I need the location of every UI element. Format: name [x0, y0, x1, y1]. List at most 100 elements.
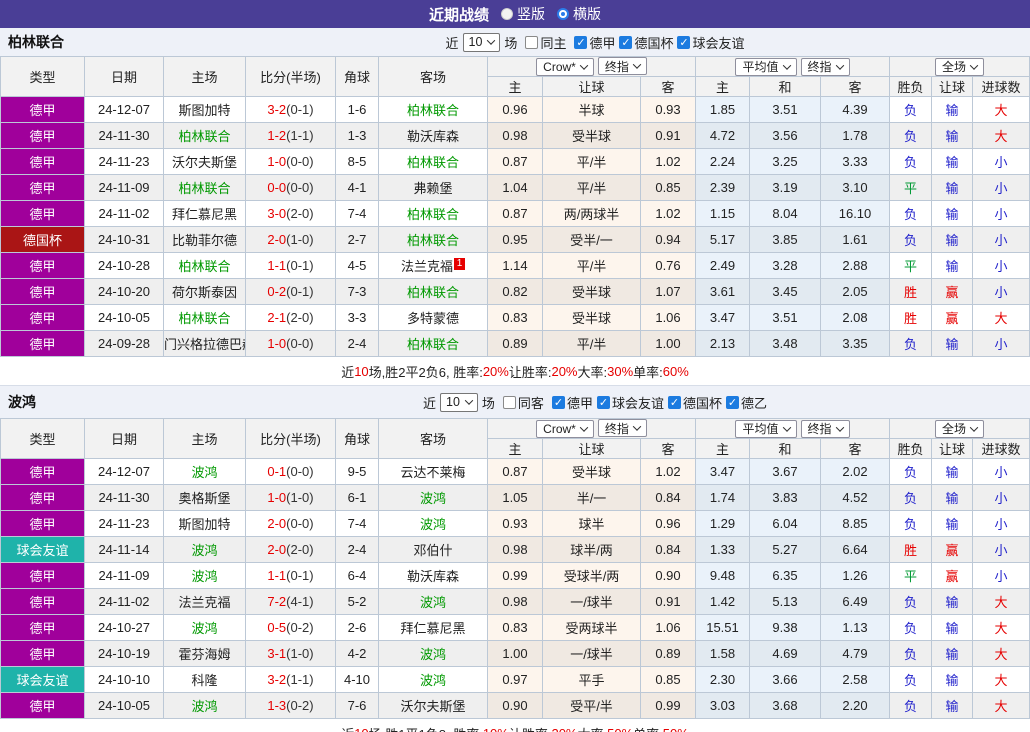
winlose-result: 负	[889, 666, 933, 693]
match-date: 24-11-30	[84, 484, 164, 511]
team2-name: 波鸿	[8, 394, 36, 410]
summary-text: 让胜率:	[508, 364, 552, 380]
avg-away: 1.78	[819, 122, 891, 149]
league-filter-checkbox[interactable]: ✓ 德乙	[725, 393, 767, 412]
away-team: 沃尔夫斯堡	[378, 692, 488, 719]
odds-away: 0.85	[640, 174, 696, 201]
match-date: 24-11-23	[84, 510, 164, 537]
league-filter-checkbox[interactable]: ✓ 球会友谊	[596, 393, 664, 412]
corner-count: 7-3	[335, 278, 379, 305]
fulltime-score: 3-1	[267, 646, 287, 661]
summary-text: 大率:	[578, 724, 608, 732]
score-cell: 1-0(1-0)	[245, 484, 336, 511]
col-date: 日期	[84, 56, 164, 97]
checkbox-checked-icon: ✓	[725, 395, 739, 409]
goals-result: 小	[972, 330, 1030, 357]
league-type-badge: 德甲	[0, 484, 85, 511]
league-type-badge: 德甲	[0, 278, 85, 305]
chevron-down-icon	[579, 61, 589, 70]
summary-text: 50%	[663, 726, 689, 732]
league-filter-checkbox[interactable]: ✓ 德国杯	[619, 33, 673, 52]
odds-home: 1.05	[487, 484, 543, 511]
league-type-badge: 德甲	[0, 330, 85, 357]
handicap-result: 输	[931, 666, 974, 693]
avg-time-select[interactable]: 终指	[800, 419, 850, 438]
avg-home: 3.47	[695, 304, 750, 331]
score-cell: 1-2(1-1)	[245, 122, 336, 149]
team1-results-table: 类型 日期 主场 比分(半场) 角球 客场 Crow* 终指 平均值 终指 全场 主…	[0, 56, 1030, 357]
layout-horizontal-radio[interactable]: 横版	[557, 4, 601, 24]
league-label: 德国杯	[682, 395, 722, 411]
handicap: 一/球半	[542, 588, 641, 615]
odds-away: 1.06	[640, 304, 696, 331]
goals-result: 大	[972, 122, 1030, 149]
goals-result: 小	[972, 458, 1030, 485]
same-venue-filter[interactable]: 同主	[525, 33, 566, 52]
avg-draw: 8.04	[749, 200, 821, 227]
recent-count-select[interactable]: 10	[462, 32, 501, 52]
halftime-score: (0-2)	[286, 620, 314, 635]
avg-time-select[interactable]: 终指	[800, 57, 850, 76]
handicap-result: 输	[931, 200, 974, 227]
league-filter-checkbox[interactable]: ✓ 球会友谊	[677, 33, 745, 52]
halftime-score: (2-0)	[286, 310, 314, 325]
fulltime-score: 1-0	[267, 336, 287, 351]
col-handicap: 让球	[542, 76, 641, 97]
league-filter-checkbox[interactable]: ✓ 德甲	[551, 393, 593, 412]
scope-select[interactable]: 全场	[935, 419, 985, 438]
table-row: 德甲 24-12-07 波鸿 0-1(0-0) 9-5 云达不莱梅 0.87 受…	[0, 458, 1030, 485]
scope-select[interactable]: 全场	[935, 57, 985, 76]
near-label: 近	[422, 395, 436, 411]
goals-result: 小	[972, 252, 1030, 279]
odds-time-select[interactable]: 终指	[597, 57, 647, 76]
col-winlose: 胜负	[889, 438, 933, 459]
odds-group-header: Crow* 终指	[487, 56, 696, 77]
halftime-score: (1-0)	[286, 232, 314, 247]
odds-source-select[interactable]: Crow*	[536, 57, 594, 76]
halftime-score: (1-1)	[286, 128, 314, 143]
league-filter-checkbox[interactable]: ✓ 德甲	[574, 33, 615, 52]
chevron-down-icon	[579, 423, 589, 432]
winlose-result: 平	[889, 252, 933, 279]
team2-summary: 近10场,胜1平1负8, 胜率:10% 让胜率:20% 大率:50% 单率:50…	[0, 719, 1030, 732]
match-date: 24-11-02	[84, 200, 164, 227]
avg-select[interactable]: 平均值	[735, 57, 797, 76]
away-team: 弗赖堡	[378, 174, 488, 201]
team2-results-table: 类型 日期 主场 比分(半场) 角球 客场 Crow* 终指 平均值 终指 全场 主…	[0, 418, 1030, 719]
league-type-badge: 德甲	[0, 510, 85, 537]
odds-source-select[interactable]: Crow*	[536, 419, 594, 438]
corner-count: 6-1	[335, 484, 379, 511]
winlose-result: 负	[889, 148, 933, 175]
avg-away: 2.08	[819, 304, 891, 331]
col-avg-away: 客	[819, 438, 891, 459]
avg-draw: 3.25	[749, 148, 821, 175]
recent-count-select[interactable]: 10	[440, 392, 478, 412]
checkbox-icon	[525, 35, 539, 49]
same-venue-label: 同主	[540, 35, 567, 51]
avg-select[interactable]: 平均值	[735, 419, 797, 438]
league-filter-checkbox[interactable]: ✓ 德国杯	[667, 393, 722, 412]
halftime-score: (0-1)	[286, 258, 314, 273]
avg-away: 2.02	[819, 458, 891, 485]
col-handicap-result: 让球	[931, 438, 974, 459]
corner-count: 7-6	[335, 692, 379, 719]
avg-away: 2.88	[819, 252, 891, 279]
league-type-badge: 德甲	[0, 174, 85, 201]
odds-time-select[interactable]: 终指	[597, 419, 647, 438]
chevron-down-icon	[835, 422, 844, 432]
away-team: 柏林联合	[378, 226, 488, 253]
league-type-badge: 德甲	[0, 640, 85, 667]
summary-text: 20%	[482, 363, 509, 379]
league-type-badge: 球会友谊	[0, 536, 85, 563]
odds-away: 0.94	[640, 226, 696, 253]
handicap-result: 输	[931, 226, 974, 253]
same-venue-filter[interactable]: 同客	[502, 393, 544, 412]
home-team: 荷尔斯泰因	[163, 278, 246, 305]
table-row: 德甲 24-11-30 奥格斯堡 1-0(1-0) 6-1 波鸿 1.05 半/…	[0, 484, 1030, 511]
recent-results-page: 近期战绩 竖版 横版 柏林联合 近 10 场 同主 ✓ 德甲 ✓ 德国杯 ✓ 球会友谊	[0, 0, 1030, 732]
layout-vertical-radio[interactable]: 竖版	[501, 4, 545, 24]
handicap-result: 输	[931, 692, 974, 719]
avg-away: 16.10	[819, 200, 891, 227]
odds-home: 0.97	[487, 666, 543, 693]
summary-text: 近	[341, 724, 354, 732]
